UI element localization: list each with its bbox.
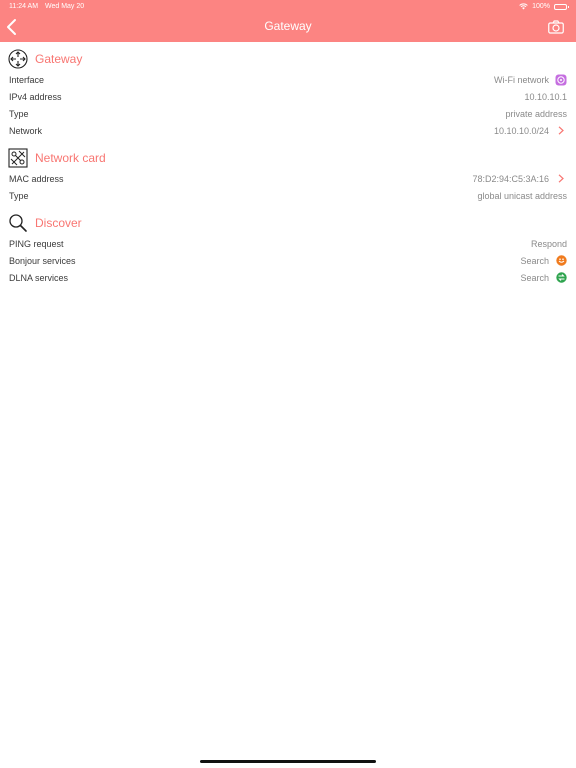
row-interface[interactable]: Interface Wi-Fi network <box>0 71 576 88</box>
row-label: Interface <box>9 74 45 85</box>
row-value: Respond <box>530 238 567 249</box>
section-network-card-header: Network card <box>0 147 576 169</box>
row-value: 10.10.10.1 <box>524 91 567 102</box>
row-label: Bonjour services <box>9 255 76 266</box>
row-bonjour-services[interactable]: Bonjour services Search <box>0 252 576 269</box>
status-right: 100% <box>519 3 569 10</box>
row-label: Type <box>9 190 29 201</box>
navigation-bar: 11:24 AM Wed May 20 100% Gateway <box>0 0 576 42</box>
row-mac-address[interactable]: MAC address 78:D2:94:C5:3A:16 <box>0 170 576 187</box>
row-label: Type <box>9 108 29 119</box>
chevron-right-icon[interactable] <box>555 125 567 137</box>
camera-button[interactable] <box>548 20 564 34</box>
row-value: Search <box>520 255 549 266</box>
page-title: Gateway <box>264 19 312 33</box>
row-label: Network <box>9 125 43 136</box>
wifi-icon <box>519 3 528 10</box>
row-value: Search <box>520 272 549 283</box>
row-value: 10.10.10.0/24 <box>493 125 549 136</box>
row-ping-request[interactable]: PING request Respond <box>0 235 576 252</box>
wifi-badge-icon <box>555 74 567 86</box>
section-discover-header: Discover <box>0 212 576 234</box>
search-icon <box>8 213 28 233</box>
row-type: Type private address <box>0 105 576 122</box>
gateway-icon <box>8 49 28 69</box>
row-ipv4-address: IPv4 address 10.10.10.1 <box>0 88 576 105</box>
home-indicator[interactable] <box>200 760 376 763</box>
status-time: 11:24 AM <box>9 3 39 10</box>
status-bar: 11:24 AM Wed May 20 100% <box>0 3 576 13</box>
row-value: private address <box>505 108 567 119</box>
row-type: Type global unicast address <box>0 187 576 204</box>
battery-icon <box>554 3 569 10</box>
row-label: IPv4 address <box>9 91 62 102</box>
dlna-icon <box>555 272 567 284</box>
bonjour-icon <box>555 255 567 267</box>
row-label: PING request <box>9 238 64 249</box>
row-label: MAC address <box>9 173 64 184</box>
section-gateway-header: Gateway <box>0 48 576 70</box>
section-title: Discover <box>35 216 82 230</box>
row-value: global unicast address <box>477 190 567 201</box>
section-title: Gateway <box>35 52 83 66</box>
row-label: DLNA services <box>9 272 69 283</box>
row-dlna-services[interactable]: DLNA services Search <box>0 269 576 286</box>
section-title: Network card <box>35 151 106 165</box>
status-date: Wed May 20 <box>45 3 85 10</box>
row-value: 78:D2:94:C5:3A:16 <box>472 173 549 184</box>
network-card-icon <box>8 148 28 168</box>
row-network[interactable]: Network 10.10.10.0/24 <box>0 122 576 139</box>
details-list: Gateway Interface Wi-Fi network IPv4 add… <box>0 48 576 286</box>
row-value: Wi-Fi network <box>493 74 549 85</box>
battery-percent: 100% <box>532 3 550 10</box>
chevron-right-icon[interactable] <box>555 173 567 185</box>
